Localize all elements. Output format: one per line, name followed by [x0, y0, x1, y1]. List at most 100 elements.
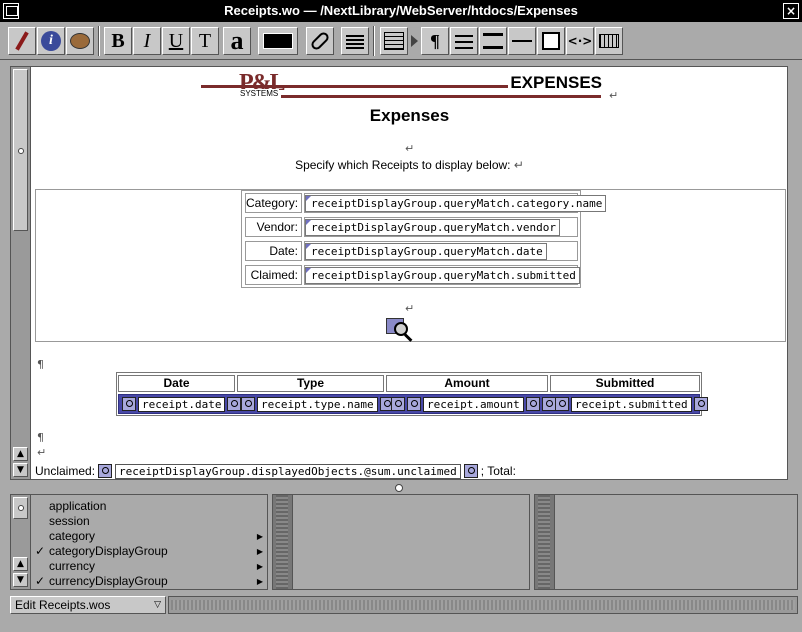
scroll-down-arrow-icon[interactable]: ▼: [13, 573, 28, 587]
list-item[interactable]: application: [31, 499, 267, 514]
inspector-button[interactable]: i: [37, 27, 65, 55]
vendor-field[interactable]: receiptDisplayGroup.queryMatch.vendor: [304, 217, 578, 237]
header-type[interactable]: Type: [237, 375, 384, 392]
scroll-knob[interactable]: [13, 69, 28, 231]
typewriter-icon: T: [198, 30, 212, 52]
return-mark: ↵: [405, 142, 415, 155]
popup-value: Edit Receipts.wos: [15, 598, 111, 612]
horizontal-rule-icon: [512, 40, 532, 42]
claimed-binding[interactable]: receiptDisplayGroup.queryMatch.submitted: [305, 267, 580, 284]
cell-submitted: receipt.submitted: [555, 396, 708, 412]
component-editor[interactable]: ▲ ▼ P&L SYSTEMS EXPENSES ↵ Expenses ↵ Sp…: [10, 66, 788, 480]
title-bar: Receipts.wo — /NextLibrary/WebServer/htd…: [0, 0, 802, 22]
page-heading: Expenses: [369, 106, 450, 125]
window-title: Receipts.wo — /NextLibrary/WebServer/htd…: [224, 3, 578, 18]
table-row[interactable]: receipt.date receipt.type.name receipt.a…: [118, 394, 708, 414]
paragraph-mark: ¶: [37, 431, 44, 444]
browser-column-1[interactable]: ▲ ▼ application session category ▶ ✓ cat…: [10, 494, 268, 590]
table-icon: [384, 32, 404, 50]
checkmark-icon: ✓: [35, 574, 46, 588]
list-item[interactable]: currency ▶: [31, 559, 267, 574]
box-button[interactable]: [537, 27, 565, 55]
bullet-list-icon: [455, 33, 473, 49]
scroll-down-arrow-icon[interactable]: ▼: [13, 463, 28, 477]
category-field[interactable]: receiptDisplayGroup.queryMatch.category.…: [304, 193, 607, 213]
color-well-button[interactable]: [258, 27, 298, 55]
webobject-icon[interactable]: [463, 464, 478, 478]
amount-binding-value[interactable]: receipt.amount: [423, 396, 524, 412]
status-bar: Edit Receipts.wos ▽: [10, 596, 798, 614]
date-binding-value[interactable]: receipt.date: [138, 396, 226, 412]
palette-button[interactable]: [66, 27, 94, 55]
date-field[interactable]: receiptDisplayGroup.queryMatch.date: [304, 241, 578, 261]
search-submit-magnifier-icon[interactable]: [386, 318, 416, 342]
form-row-vendor: Vendor: receiptDisplayGroup.queryMatch.v…: [242, 215, 582, 239]
horizontal-scrollbar[interactable]: [168, 596, 798, 614]
webobject-icon[interactable]: [407, 397, 421, 411]
browser-scrollbar[interactable]: [273, 495, 293, 589]
list-item[interactable]: session: [31, 514, 267, 529]
binding-button[interactable]: <·>: [566, 27, 594, 55]
conditional-icon[interactable]: [541, 397, 556, 411]
webobject-icon[interactable]: [241, 397, 255, 411]
webobject-icon[interactable]: [122, 397, 136, 411]
category-binding[interactable]: receiptDisplayGroup.queryMatch.category.…: [305, 195, 607, 212]
unclaimed-binding-value[interactable]: receiptDisplayGroup.displayedObjects.@su…: [115, 463, 461, 479]
box-icon: [542, 32, 560, 50]
header-amount[interactable]: Amount: [386, 375, 548, 392]
paragraph-icon: ¶: [430, 31, 440, 51]
scroll-up-arrow-icon[interactable]: ▲: [13, 447, 28, 461]
receipts-table: Date Type Amount Submitted receipt.date …: [116, 372, 708, 416]
page-content: P&L SYSTEMS EXPENSES ↵ Expenses ↵ Specif…: [31, 67, 787, 479]
claimed-field[interactable]: receiptDisplayGroup.queryMatch.submitted: [304, 265, 580, 285]
return-mark: ↵: [37, 446, 47, 459]
browser-scrollbar[interactable]: ▲ ▼: [11, 495, 31, 589]
browser-scrollbar[interactable]: [535, 495, 555, 589]
conditional-icon[interactable]: [391, 397, 405, 411]
form-row-claimed: Claimed: receiptDisplayGroup.queryMatch.…: [242, 263, 582, 287]
underline-button[interactable]: U: [162, 27, 190, 55]
editor-scrollbar[interactable]: ▲ ▼: [11, 67, 31, 479]
list-item[interactable]: category ▶: [31, 529, 267, 544]
heading-button[interactable]: [479, 27, 507, 55]
edit-mode-popup[interactable]: Edit Receipts.wos ▽: [10, 596, 166, 614]
typewriter-button[interactable]: T: [191, 27, 219, 55]
webobject-icon[interactable]: [693, 397, 708, 411]
webobject-icon[interactable]: [98, 464, 113, 478]
header-submitted[interactable]: Submitted: [550, 375, 700, 392]
binding-icon: <·>: [567, 34, 593, 48]
close-icon[interactable]: ×: [783, 3, 799, 19]
submitted-binding-value[interactable]: receipt.submitted: [571, 396, 692, 412]
scroll-up-arrow-icon[interactable]: ▲: [13, 557, 28, 571]
list-item[interactable]: ✓ categoryDisplayGroup ▶: [31, 544, 267, 559]
expand-arrow-icon: ▶: [256, 532, 263, 541]
webobject-icon[interactable]: [525, 397, 540, 411]
horizontal-rule-button[interactable]: [508, 27, 536, 55]
info-icon: i: [41, 31, 61, 51]
scroll-knob[interactable]: [13, 497, 28, 519]
table-button[interactable]: [380, 27, 408, 55]
vendor-binding[interactable]: receiptDisplayGroup.queryMatch.vendor: [305, 219, 561, 236]
type-binding-value[interactable]: receipt.type.name: [257, 396, 378, 412]
link-button[interactable]: [306, 27, 334, 55]
bold-button[interactable]: B: [104, 27, 132, 55]
list-item[interactable]: ✓ currencyDisplayGroup ▶: [31, 574, 267, 589]
browser-column-3[interactable]: [534, 494, 798, 590]
italic-button[interactable]: I: [133, 27, 161, 55]
split-view-resize-handle[interactable]: [395, 484, 403, 492]
form-button[interactable]: [341, 27, 369, 55]
bullet-list-button[interactable]: [450, 27, 478, 55]
header-date[interactable]: Date: [118, 375, 235, 392]
more-arrow-icon[interactable]: [411, 35, 418, 47]
webobject-icon[interactable]: [555, 397, 569, 411]
webobject-icon[interactable]: [227, 397, 242, 411]
variables-list: application session category ▶ ✓ categor…: [31, 495, 267, 589]
paintbrush-button[interactable]: [8, 27, 36, 55]
browser-column-2[interactable]: [272, 494, 530, 590]
keyboard-icon: [599, 34, 619, 48]
keyboard-button[interactable]: [595, 27, 623, 55]
date-binding[interactable]: receiptDisplayGroup.queryMatch.date: [305, 243, 547, 260]
font-button[interactable]: a: [223, 27, 251, 55]
paragraph-button[interactable]: ¶: [421, 27, 449, 55]
cell-date: receipt.date: [122, 396, 242, 412]
